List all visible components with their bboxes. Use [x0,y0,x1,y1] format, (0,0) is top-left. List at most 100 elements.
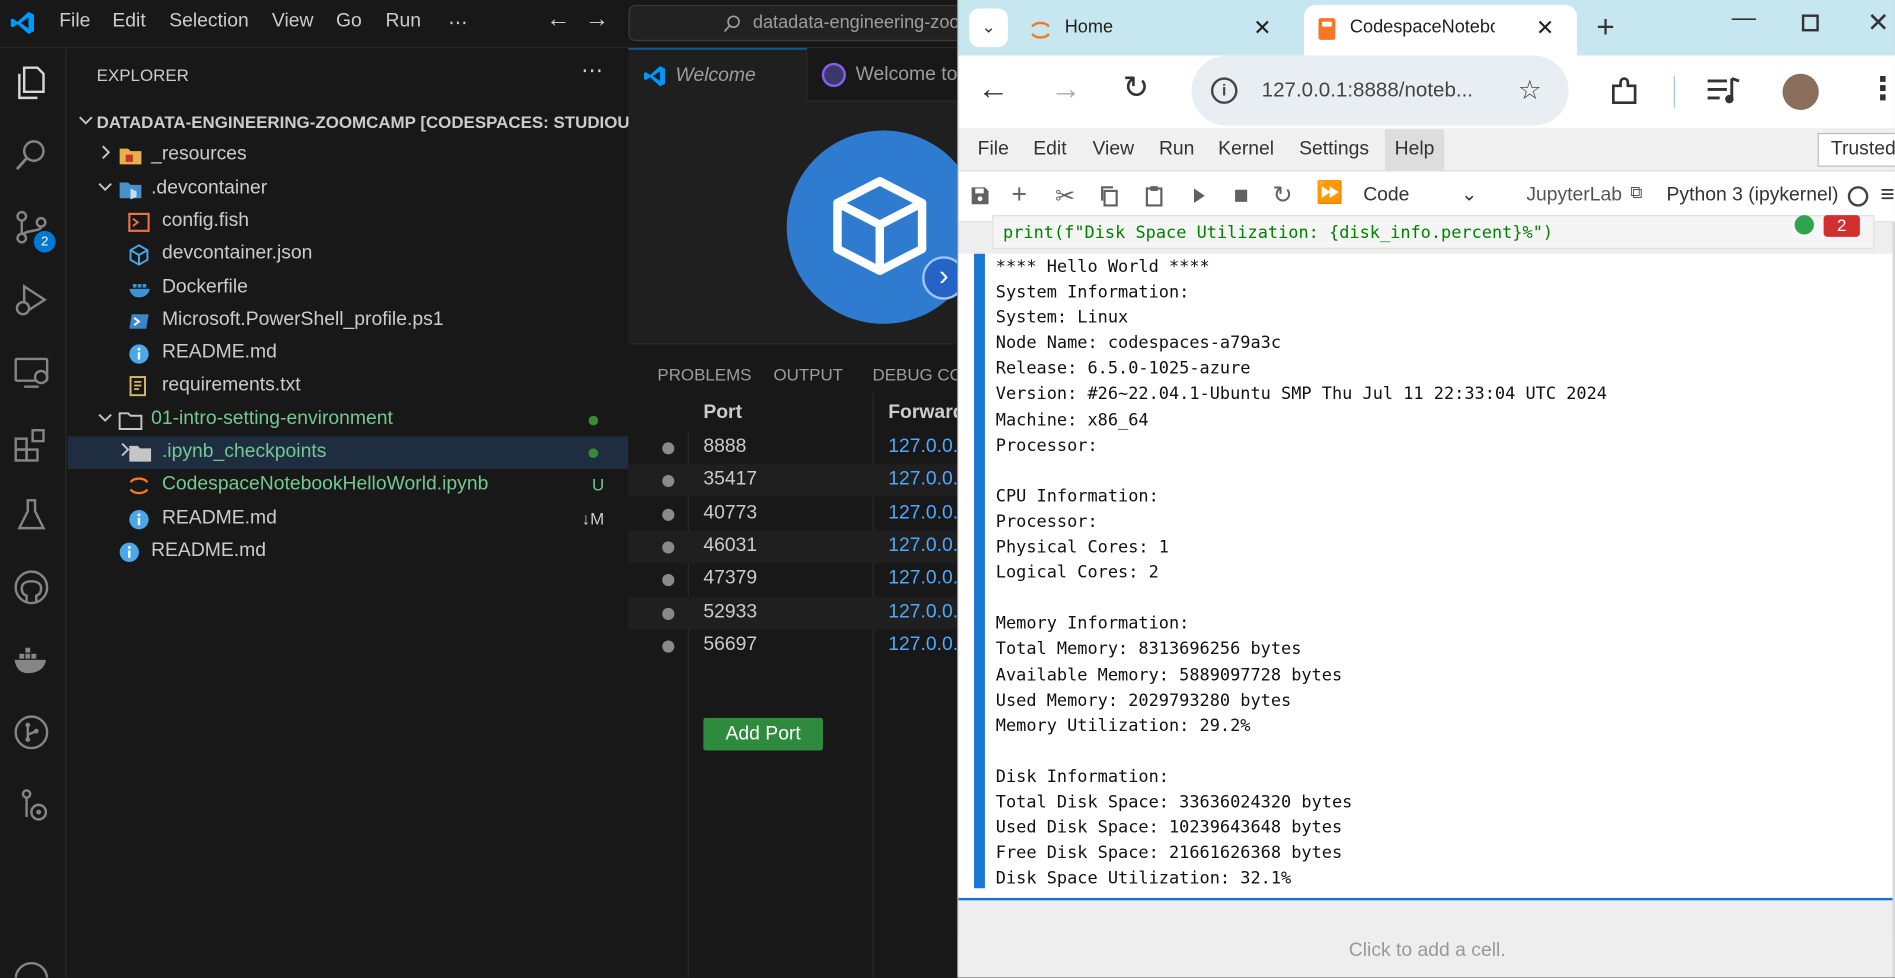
jupyter-menu-run[interactable]: Run [1159,139,1194,161]
menu-go[interactable]: Go [336,11,362,33]
stop-icon[interactable] [1229,184,1253,208]
minimize-icon[interactable]: — [1732,5,1756,33]
jupyter-menu-kernel[interactable]: Kernel [1218,139,1274,161]
chevron-down-icon[interactable] [97,408,114,425]
output-collapser[interactable] [974,253,985,889]
source-control-icon[interactable]: 2 [10,205,56,253]
reload-icon[interactable]: ↻ [1123,69,1149,106]
bookmark-star-icon[interactable]: ☆ [1518,56,1542,126]
tree-item[interactable]: Dockerfile [68,271,629,304]
add-cell-icon[interactable]: + [1012,179,1028,210]
jupyter-menu-file[interactable]: File [978,139,1009,161]
tab-welcome[interactable]: Welcome [628,48,808,102]
new-tab-icon[interactable]: + [1596,8,1614,45]
explorer-more-icon[interactable]: ⋯ [581,58,603,83]
port-row[interactable]: 35417 127.0.0. [628,464,958,498]
maximize-icon[interactable] [1801,14,1819,32]
port-row[interactable]: 8888 127.0.0. [628,431,958,464]
jupyter-menu-settings[interactable]: Settings [1299,139,1369,161]
explorer-icon[interactable] [10,60,54,104]
tree-item[interactable]: Microsoft.PowerShell_profile.ps1 [68,304,629,337]
port-row[interactable]: 52933 127.0.0. [628,596,958,630]
extensions-icon[interactable] [10,423,54,467]
tree-item[interactable]: devcontainer.json [68,238,629,271]
chevron-right-icon[interactable] [97,144,114,161]
jupyter-menu-help[interactable]: Help [1384,129,1445,171]
tree-item[interactable]: README.md ↓M [68,502,629,535]
forwarded-address-link[interactable]: 127.0.0. [888,469,958,491]
command-center-search[interactable]: datadata-engineering-zoo [628,4,967,42]
cell-type-select[interactable]: Code [1363,185,1409,207]
address-bar[interactable]: i 127.0.0.1:8888/noteb... ☆ [1191,55,1569,126]
github-icon[interactable] [10,566,54,610]
tab-welcome-to[interactable]: Welcome to [807,48,976,101]
port-row[interactable]: 56697 127.0.0. [628,629,958,662]
tree-item[interactable]: requirements.txt [68,370,629,403]
menu-edit[interactable]: Edit [112,11,145,33]
menu-view[interactable]: View [272,11,314,33]
forwarded-address-link[interactable]: 127.0.0. [888,535,958,557]
toolbar-more-icon[interactable]: ≡ [1880,181,1894,209]
git-lens-icon[interactable] [10,783,54,827]
tree-item[interactable]: _resources [68,139,629,172]
panel-tab-output[interactable]: OUTPUT [773,365,843,384]
testing-flask-icon[interactable] [10,493,54,537]
remote-explorer-icon[interactable] [10,350,54,394]
nav-forward-icon[interactable]: → [585,6,609,34]
restart-icon[interactable]: ↻ [1273,180,1293,210]
close-window-icon[interactable]: ✕ [1867,7,1889,38]
accounts-icon[interactable] [10,957,54,978]
tree-item[interactable]: config.fish [68,205,629,238]
forward-icon[interactable]: → [1050,70,1081,107]
save-icon[interactable] [968,184,992,208]
chevron-down-icon[interactable]: ⌄ [1461,182,1477,206]
workspace-root[interactable]: DATADATA-ENGINEERING-ZOOMCAMP [CODESPACE… [68,106,655,139]
back-icon[interactable]: ← [978,70,1009,107]
menu-more[interactable]: ⋯ [448,11,467,35]
browser-tab-notebook[interactable]: CodespaceNoteboo ✕ [1303,4,1578,56]
port-row[interactable]: 40773 127.0.0. [628,497,958,530]
add-cell-hint[interactable]: Click to add a cell. [958,930,1895,978]
port-row[interactable]: 46031 127.0.0. [628,530,958,564]
forwarded-address-link[interactable]: 127.0.0. [888,601,958,623]
profile-avatar[interactable] [1782,73,1819,110]
tree-item[interactable]: .devcontainer [68,172,629,205]
run-debug-icon[interactable] [10,278,54,322]
site-info-icon[interactable]: i [1210,77,1238,104]
search-icon[interactable] [10,133,54,177]
trusted-indicator[interactable]: Trusted [1817,132,1895,167]
close-icon[interactable]: ✕ [1536,5,1554,51]
tree-item[interactable]: 01-intro-setting-environment [68,403,629,436]
extensions-puzzle-icon[interactable] [1609,76,1640,107]
paste-icon[interactable] [1142,184,1166,208]
copy-icon[interactable] [1097,184,1121,208]
kernel-name[interactable]: Python 3 (ipykernel) [1667,185,1839,207]
git-graph-icon[interactable] [10,711,54,755]
menu-selection[interactable]: Selection [169,11,249,33]
browser-tab-home[interactable]: Home ✕ [1019,5,1304,56]
add-port-button[interactable]: Add Port [703,717,823,751]
fast-forward-icon[interactable]: ⏩ [1316,180,1343,205]
docker-icon[interactable] [10,638,54,682]
forwarded-address-link[interactable]: 127.0.0. [888,502,958,524]
chevron-down-icon[interactable] [77,111,94,128]
tree-item[interactable]: README.md [68,535,629,568]
jupyterlab-link[interactable]: JupyterLab [1526,185,1622,207]
tree-item[interactable]: CodespaceNotebookHelloWorld.ipynb U [68,469,629,502]
nav-back-icon[interactable]: ← [546,6,570,34]
port-row[interactable]: 47379 127.0.0. [628,563,958,596]
forwarded-address-link[interactable]: 127.0.0. [888,568,958,590]
panel-tab-problems[interactable]: PROBLEMS [657,365,751,384]
run-icon[interactable] [1187,184,1211,208]
forwarded-address-link[interactable]: 127.0.0. [888,436,958,458]
media-playlist-icon[interactable] [1705,75,1741,106]
menu-file[interactable]: File [59,11,90,33]
menu-run[interactable]: Run [386,11,421,33]
tree-item[interactable]: .ipynb_checkpoints [67,436,629,469]
jupyter-menu-view[interactable]: View [1092,139,1134,161]
tab-search-chevron-icon[interactable]: ⌄ [969,8,1008,48]
chevron-down-icon[interactable] [97,177,114,194]
jupyter-menu-edit[interactable]: Edit [1033,139,1066,161]
close-icon[interactable]: ✕ [1253,5,1271,51]
chrome-menu-icon[interactable]: ⋮ [1867,70,1895,107]
